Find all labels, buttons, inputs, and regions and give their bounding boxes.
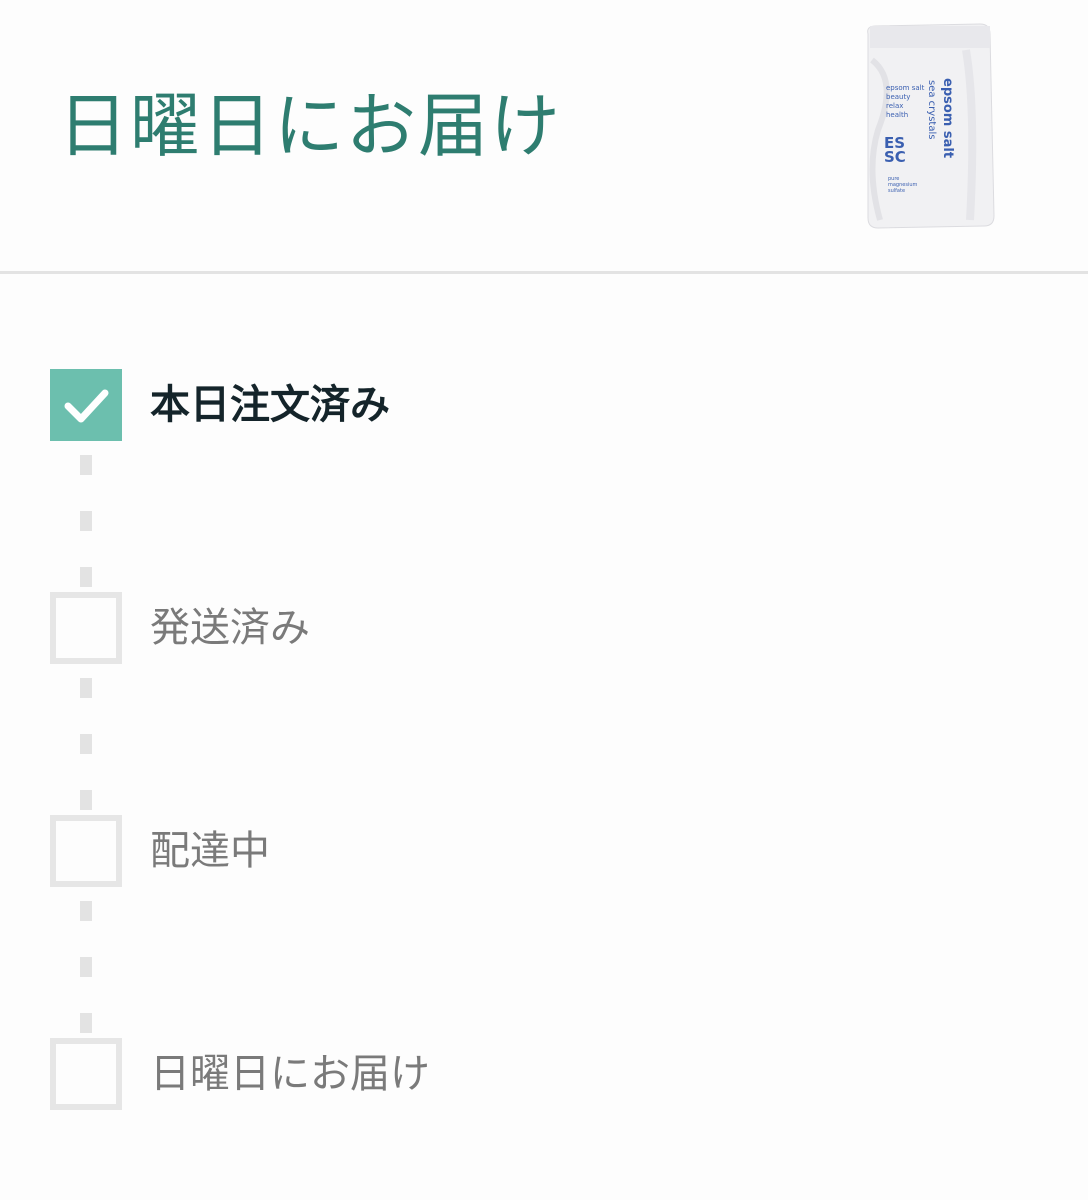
delivery-date-title: 日曜日にお届け (58, 85, 562, 167)
checkmark-icon (50, 369, 122, 441)
step-out-for-delivery: 配達中 (50, 815, 950, 889)
step-label: 本日注文済み (150, 382, 390, 428)
step-label: 配達中 (150, 828, 270, 874)
header-divider (0, 271, 1088, 274)
svg-text:relax: relax (886, 102, 903, 110)
svg-text:health: health (886, 111, 908, 119)
progress-connector (80, 790, 92, 810)
svg-text:sea crystals: sea crystals (926, 80, 937, 139)
step-ordered: 本日注文済み (50, 369, 950, 443)
delivery-header: 日曜日にお届け epsom salt sea crystals epsom sa… (0, 0, 1088, 272)
progress-connector (80, 678, 92, 698)
empty-checkbox-icon (50, 815, 122, 887)
svg-text:epsom salt: epsom salt (940, 78, 955, 158)
step-label: 発送済み (150, 605, 310, 651)
progress-connector (80, 511, 92, 531)
svg-text:SC: SC (884, 148, 906, 166)
product-image[interactable]: epsom salt sea crystals epsom salt beaut… (858, 20, 998, 232)
progress-connector (80, 734, 92, 754)
progress-connector (80, 455, 92, 475)
empty-checkbox-icon (50, 1038, 122, 1110)
progress-connector (80, 957, 92, 977)
svg-text:epsom salt: epsom salt (886, 84, 925, 92)
empty-checkbox-icon (50, 592, 122, 664)
step-delivered: 日曜日にお届け (50, 1038, 950, 1112)
progress-connector (80, 901, 92, 921)
svg-text:beauty: beauty (886, 93, 910, 101)
progress-connector (80, 1013, 92, 1033)
step-label: 日曜日にお届け (150, 1051, 430, 1097)
step-shipped: 発送済み (50, 592, 950, 666)
svg-text:sulfate: sulfate (888, 188, 905, 194)
progress-connector (80, 567, 92, 587)
